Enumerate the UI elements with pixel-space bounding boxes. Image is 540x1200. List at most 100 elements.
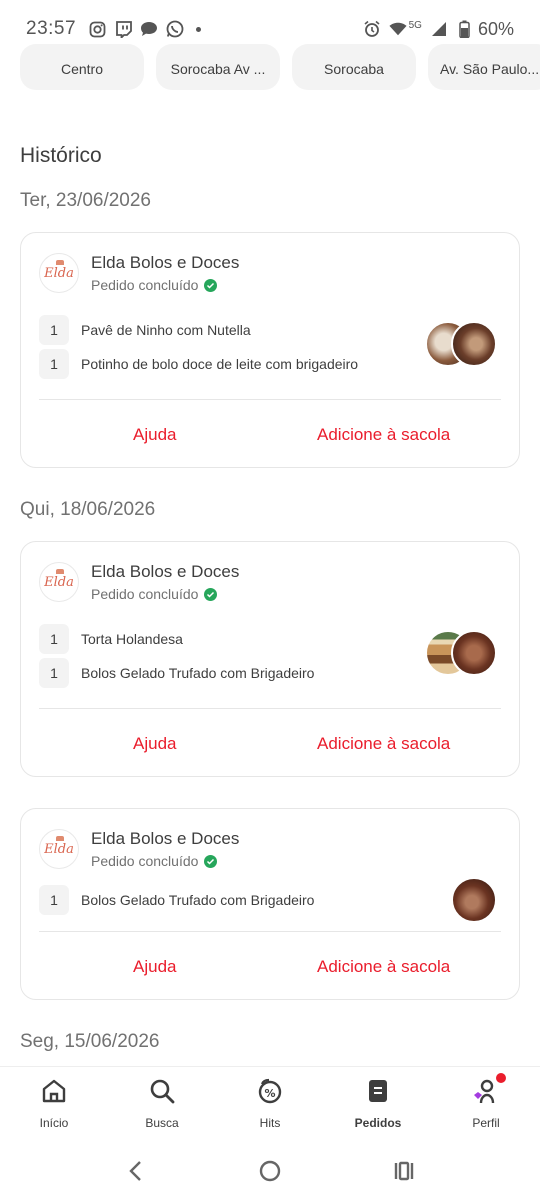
item-thumbnails	[425, 630, 497, 676]
orders-icon	[364, 1077, 392, 1110]
store-header: Elda Elda Bolos e Doces Pedido concluído	[39, 562, 239, 602]
search-icon	[148, 1077, 176, 1110]
back-icon[interactable]	[124, 1159, 148, 1188]
svg-text:%: %	[264, 1087, 275, 1100]
notification-dot	[196, 26, 202, 32]
order-card[interactable]: Elda Elda Bolos e Doces Pedido concluído…	[20, 541, 520, 777]
store-logo-text: Elda	[44, 265, 74, 281]
order-item: 1 Potinho de bolo doce de leite com brig…	[39, 349, 358, 379]
store-logo: Elda	[39, 562, 79, 602]
divider	[39, 399, 501, 400]
home-button-icon[interactable]	[258, 1159, 282, 1188]
item-name: Bolos Gelado Trufado com Brigadeiro	[81, 892, 315, 908]
nav-item-busca[interactable]: Busca	[108, 1067, 216, 1146]
signal-icon	[430, 20, 448, 38]
check-circle-icon	[204, 278, 218, 292]
store-name: Elda Bolos e Doces	[91, 562, 240, 581]
order-date: Ter, 23/06/2026	[20, 190, 151, 211]
nav-item-hits[interactable]: % Hits	[216, 1067, 324, 1146]
address-chip[interactable]: Centro	[20, 44, 144, 90]
nav-label: Busca	[145, 1116, 179, 1130]
item-quantity: 1	[39, 349, 69, 379]
order-status-text: Pedido concluído	[91, 586, 199, 602]
divider	[39, 708, 501, 709]
nav-item-inicio[interactable]: Início	[0, 1067, 108, 1146]
cake-icon	[56, 569, 64, 574]
system-navigation	[0, 1146, 540, 1200]
status-time: 23:57	[26, 18, 77, 39]
address-chips: Centro Sorocaba Av ... Sorocaba Av. São …	[20, 44, 540, 90]
item-thumbnails	[451, 877, 497, 923]
profile-icon	[472, 1071, 508, 1110]
item-photo	[451, 630, 497, 676]
item-thumbnails	[425, 321, 497, 367]
item-photo	[451, 321, 497, 367]
item-quantity: 1	[39, 658, 69, 688]
cake-icon	[56, 836, 64, 841]
store-name: Elda Bolos e Doces	[91, 829, 240, 848]
help-button[interactable]: Ajuda	[133, 734, 176, 754]
help-button[interactable]: Ajuda	[133, 957, 176, 977]
history-title: Histórico	[20, 144, 102, 167]
network-type: 5G	[408, 19, 422, 31]
order-item: 1 Torta Holandesa	[39, 624, 183, 654]
item-quantity: 1	[39, 885, 69, 915]
nav-label: Início	[39, 1116, 69, 1130]
store-name: Elda Bolos e Doces	[91, 253, 240, 272]
wifi-icon	[389, 20, 407, 38]
order-status-text: Pedido concluído	[91, 853, 199, 869]
store-logo-text: Elda	[44, 841, 74, 857]
recents-icon[interactable]	[392, 1159, 416, 1188]
order-date: Seg, 15/06/2026	[20, 1031, 160, 1052]
address-chip[interactable]: Sorocaba Av ...	[156, 44, 280, 90]
battery-level: 60%	[477, 18, 514, 39]
item-quantity: 1	[39, 624, 69, 654]
help-button[interactable]: Ajuda	[133, 425, 176, 445]
order-item: 1 Bolos Gelado Trufado com Brigadeiro	[39, 658, 314, 688]
store-logo-text: Elda	[44, 574, 74, 590]
add-to-bag-button[interactable]: Adicione à sacola	[317, 957, 450, 977]
check-circle-icon	[204, 854, 218, 868]
store-logo: Elda	[39, 253, 79, 293]
store-header: Elda Elda Bolos e Doces Pedido concluído	[39, 829, 239, 869]
nav-item-pedidos[interactable]: Pedidos	[324, 1067, 432, 1146]
twitch-icon	[114, 20, 132, 38]
cake-icon	[56, 260, 64, 265]
item-name: Potinho de bolo doce de leite com brigad…	[81, 356, 359, 372]
item-name: Torta Holandesa	[81, 631, 183, 647]
whatsapp-icon	[166, 20, 184, 38]
order-date: Qui, 18/06/2026	[20, 499, 156, 520]
item-name: Pavê de Ninho com Nutella	[81, 322, 251, 338]
nav-label: Perfil	[472, 1116, 500, 1130]
nav-item-perfil[interactable]: Perfil	[432, 1067, 540, 1146]
divider	[39, 931, 501, 932]
bottom-navigation: Início Busca % Hits Pedidos Perfil	[0, 1066, 540, 1146]
address-chip[interactable]: Av. São Paulo...	[428, 44, 540, 90]
order-status: Pedido concluído	[91, 277, 239, 293]
order-item: 1 Bolos Gelado Trufado com Brigadeiro	[39, 885, 314, 915]
order-status: Pedido concluído	[91, 853, 239, 869]
order-card[interactable]: Elda Elda Bolos e Doces Pedido concluído…	[20, 232, 520, 468]
instagram-icon	[88, 20, 106, 38]
order-item: 1 Pavê de Ninho com Nutella	[39, 315, 251, 345]
nav-label: Pedidos	[354, 1116, 402, 1130]
add-to-bag-button[interactable]: Adicione à sacola	[317, 734, 450, 754]
item-name: Bolos Gelado Trufado com Brigadeiro	[81, 665, 315, 681]
item-photo	[451, 877, 497, 923]
battery-icon	[456, 20, 474, 38]
check-circle-icon	[204, 587, 218, 601]
store-header: Elda Elda Bolos e Doces Pedido concluído	[39, 253, 239, 293]
order-status-text: Pedido concluído	[91, 277, 199, 293]
item-quantity: 1	[39, 315, 69, 345]
store-logo: Elda	[39, 829, 79, 869]
alarm-icon	[363, 20, 381, 38]
chat-icon	[140, 20, 158, 38]
notification-badge	[494, 1071, 508, 1085]
add-to-bag-button[interactable]: Adicione à sacola	[317, 425, 450, 445]
order-status: Pedido concluído	[91, 586, 239, 602]
home-icon	[40, 1077, 68, 1110]
nav-label: Hits	[259, 1116, 281, 1130]
order-card[interactable]: Elda Elda Bolos e Doces Pedido concluído…	[20, 808, 520, 1000]
discount-icon: %	[256, 1077, 284, 1110]
address-chip[interactable]: Sorocaba	[292, 44, 416, 90]
